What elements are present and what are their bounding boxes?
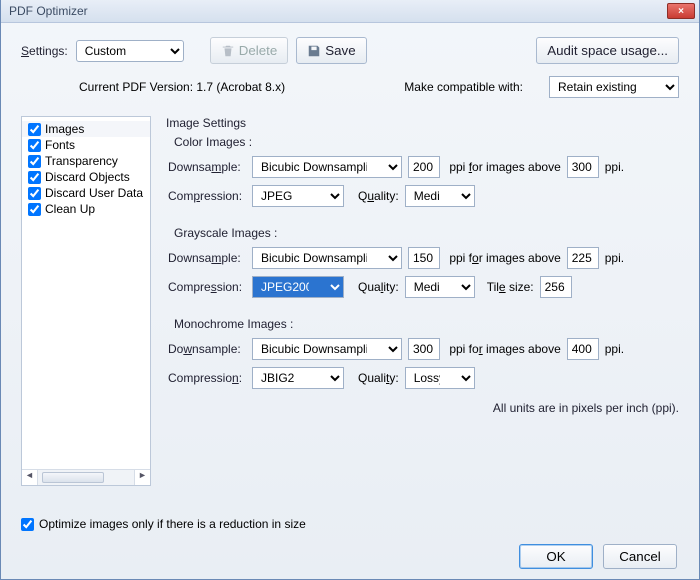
sidebar-item-discard-objects[interactable]: Discard Objects (22, 169, 150, 185)
titlebar: PDF Optimizer × (1, 0, 699, 23)
mono-downsample-select[interactable]: Bicubic Downsampling to (252, 338, 402, 360)
main-panel: Image Settings Color Images : Downsample… (166, 116, 679, 507)
color-downsample-select[interactable]: Bicubic Downsampling to (252, 156, 402, 178)
sidebar-check-transparency[interactable] (28, 155, 41, 168)
body: Images Fonts Transparency Discard Object… (21, 116, 679, 507)
sidebar-item-label: Clean Up (45, 202, 95, 216)
compression-label: Compression: (168, 371, 246, 385)
sidebar-item-label: Fonts (45, 138, 75, 152)
sidebar-check-clean-up[interactable] (28, 203, 41, 216)
gray-quality-select[interactable]: Medium (405, 276, 475, 298)
ppi-suffix: ppi. (605, 342, 624, 356)
mono-heading: Monochrome Images : (174, 317, 679, 331)
tile-label: Tile size: (487, 280, 534, 294)
sidebar-item-discard-user-data[interactable]: Discard User Data (22, 185, 150, 201)
scroll-right-icon[interactable]: ► (134, 470, 150, 485)
content: Settings: Custom Delete Save Audit space… (1, 23, 699, 579)
gray-ppi-input[interactable] (408, 247, 440, 269)
ok-button[interactable]: OK (519, 544, 593, 569)
save-button[interactable]: Save (296, 37, 366, 64)
color-heading: Color Images : (174, 135, 679, 149)
delete-button: Delete (210, 37, 289, 64)
downsample-label: Downsample: (168, 251, 246, 265)
mono-above-input[interactable] (567, 338, 599, 360)
toolbar: Settings: Custom Delete Save Audit space… (21, 37, 679, 64)
sidebar-item-label: Discard User Data (45, 186, 143, 200)
downsample-label: Downsample: (168, 342, 246, 356)
color-downsample-row: Downsample: Bicubic Downsampling to ppi … (168, 156, 679, 178)
sidebar-item-label: Discard Objects (45, 170, 130, 184)
scroll-left-icon[interactable]: ◄ (22, 470, 38, 485)
window-close-button[interactable]: × (667, 3, 695, 19)
panel-title: Image Settings (166, 116, 679, 130)
compression-label: Compression: (168, 189, 246, 203)
ppi-for-label: ppi for images above (446, 251, 561, 265)
sidebar-scrollbar[interactable]: ◄ ► (22, 469, 150, 485)
optimize-only-row: Optimize images only if there is a reduc… (21, 517, 679, 531)
mono-quality-select[interactable]: Lossy (405, 367, 475, 389)
audit-space-button[interactable]: Audit space usage... (536, 37, 679, 64)
close-icon: × (678, 6, 684, 17)
color-compression-select[interactable]: JPEG (252, 185, 344, 207)
sidebar-item-transparency[interactable]: Transparency (22, 153, 150, 169)
gray-compression-row: Compression: JPEG2000 Quality: Medium Ti… (168, 276, 679, 298)
ppi-for-label: ppi for images above (446, 342, 561, 356)
current-version-label: Current PDF Version: 1.7 (Acrobat 8.x) (79, 80, 285, 94)
color-images-group: Color Images : Downsample: Bicubic Downs… (166, 135, 679, 214)
footer: OK Cancel (21, 536, 679, 569)
quality-label: Quality: (358, 189, 399, 203)
ppi-suffix: ppi. (605, 251, 624, 265)
optimize-only-label: Optimize images only if there is a reduc… (39, 517, 306, 531)
settings-label: Settings: (21, 44, 68, 58)
mono-compression-select[interactable]: JBIG2 (252, 367, 344, 389)
sidebar-item-fonts[interactable]: Fonts (22, 137, 150, 153)
ppi-suffix: ppi. (605, 160, 624, 174)
monochrome-images-group: Monochrome Images : Downsample: Bicubic … (166, 317, 679, 396)
sidebar-check-discard-objects[interactable] (28, 171, 41, 184)
quality-label: Quality: (358, 371, 399, 385)
units-note: All units are in pixels per inch (ppi). (166, 401, 679, 415)
sidebar-item-clean-up[interactable]: Clean Up (22, 201, 150, 217)
color-compression-row: Compression: JPEG Quality: Medium (168, 185, 679, 207)
floppy-icon (307, 44, 321, 58)
color-quality-select[interactable]: Medium (405, 185, 475, 207)
version-row: Current PDF Version: 1.7 (Acrobat 8.x) M… (79, 76, 679, 98)
cancel-button[interactable]: Cancel (603, 544, 677, 569)
mono-downsample-row: Downsample: Bicubic Downsampling to ppi … (168, 338, 679, 360)
quality-label: Quality: (358, 280, 399, 294)
mono-ppi-input[interactable] (408, 338, 440, 360)
mono-compression-row: Compression: JBIG2 Quality: Lossy (168, 367, 679, 389)
window-title: PDF Optimizer (9, 4, 667, 18)
downsample-label: Downsample: (168, 160, 246, 174)
dialog-window: PDF Optimizer × Settings: Custom Delete … (0, 0, 700, 580)
color-ppi-input[interactable] (408, 156, 440, 178)
gray-downsample-select[interactable]: Bicubic Downsampling to (252, 247, 402, 269)
compression-label: Compression: (168, 280, 246, 294)
gray-tile-input[interactable] (540, 276, 572, 298)
sidebar-check-images[interactable] (28, 123, 41, 136)
sidebar-check-discard-user-data[interactable] (28, 187, 41, 200)
gray-heading: Grayscale Images : (174, 226, 679, 240)
scroll-track[interactable] (38, 470, 134, 485)
sidebar-item-label: Transparency (45, 154, 118, 168)
grayscale-images-group: Grayscale Images : Downsample: Bicubic D… (166, 226, 679, 305)
sidebar-check-fonts[interactable] (28, 139, 41, 152)
compat-select[interactable]: Retain existing (549, 76, 679, 98)
scroll-thumb[interactable] (42, 472, 104, 483)
color-above-input[interactable] (567, 156, 599, 178)
sidebar-item-label: Images (45, 122, 84, 136)
gray-compression-select[interactable]: JPEG2000 (252, 276, 344, 298)
sidebar-item-images[interactable]: Images (22, 121, 150, 137)
ppi-for-label: ppi for images above (446, 160, 561, 174)
optimize-only-checkbox[interactable] (21, 518, 34, 531)
compat-label: Make compatible with: (404, 80, 523, 94)
category-sidebar: Images Fonts Transparency Discard Object… (21, 116, 151, 486)
gray-downsample-row: Downsample: Bicubic Downsampling to ppi … (168, 247, 679, 269)
gray-above-input[interactable] (567, 247, 599, 269)
settings-select[interactable]: Custom (76, 40, 184, 62)
trash-icon (221, 44, 235, 58)
